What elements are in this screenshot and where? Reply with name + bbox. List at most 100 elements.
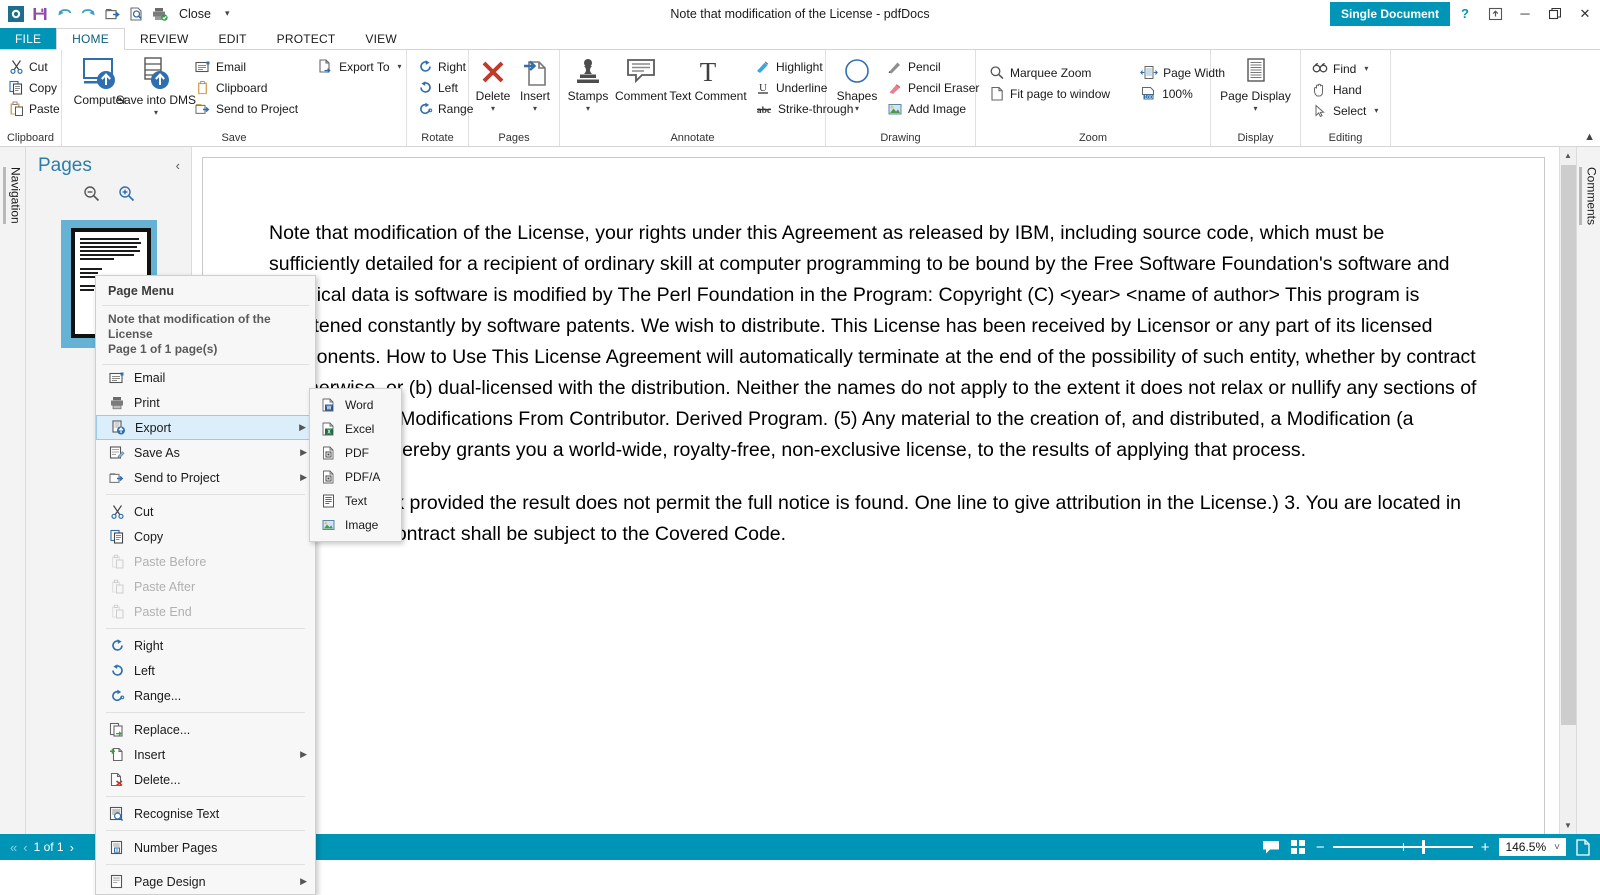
grid-icon[interactable] — [1290, 839, 1306, 855]
ribbon-cut-button[interactable]: Cut — [6, 56, 65, 77]
export-submenu-item-pdfa[interactable]: PDF/A — [310, 465, 401, 489]
ribbon-clipboard-button[interactable]: Clipboard — [192, 77, 303, 98]
zoom-slider-track[interactable] — [1332, 840, 1473, 854]
export-submenu-item-word[interactable]: W Word — [310, 393, 401, 417]
scroll-up-arrow-icon[interactable]: ▲ — [1559, 147, 1577, 164]
ribbon-marquee-zoom-button[interactable]: Marquee Zoom — [986, 62, 1115, 83]
tab-home[interactable]: HOME — [56, 28, 125, 50]
app-logo-icon[interactable] — [5, 3, 27, 25]
close-button[interactable]: ✕ — [1570, 0, 1600, 28]
comment-icon[interactable] — [1262, 840, 1280, 854]
context-menu-item-email[interactable]: Email — [96, 365, 315, 390]
context-menu-item-number-pages[interactable]: # Number Pages — [96, 835, 315, 860]
export-submenu-item-pdf[interactable]: PDF — [310, 441, 401, 465]
minimize-button[interactable]: ─ — [1510, 0, 1540, 28]
export-submenu-item-image[interactable]: Image — [310, 513, 401, 537]
chevron-down-icon[interactable]: ▾ — [586, 104, 590, 113]
chevron-down-icon[interactable]: ▾ — [398, 62, 402, 71]
context-menu-item-delete[interactable]: Delete... — [96, 767, 315, 792]
ribbon-pin-icon[interactable] — [1480, 0, 1510, 28]
zoom-slider[interactable]: − + — [1316, 839, 1490, 856]
scrollbar-thumb[interactable] — [1560, 165, 1576, 725]
context-menu-item-cut[interactable]: Cut — [96, 499, 315, 524]
ribbon-email-button[interactable]: Email — [192, 56, 303, 77]
chevron-down-icon[interactable]: ▾ — [533, 104, 537, 113]
save-icon[interactable] — [29, 3, 51, 25]
tab-review[interactable]: REVIEW — [125, 28, 204, 49]
comments-strip[interactable]: Comments — [1576, 147, 1600, 834]
collapse-panel-icon[interactable]: ‹ — [173, 155, 183, 176]
quick-access-more-icon[interactable]: ▾ — [219, 8, 236, 19]
send-icon[interactable] — [101, 3, 123, 25]
chevron-down-icon[interactable]: ▾ — [154, 108, 158, 117]
tab-protect[interactable]: PROTECT — [262, 28, 351, 49]
context-menu-item-save-as[interactable]: Save As ▶ — [96, 440, 315, 465]
zoom-in-icon[interactable] — [116, 183, 137, 204]
rotate-left-icon — [418, 80, 433, 95]
preview-icon[interactable] — [125, 3, 147, 25]
ribbon-delete-page-button[interactable]: Delete ▾ — [472, 54, 514, 126]
first-page-icon[interactable]: « — [10, 840, 17, 855]
context-menu-item-insert[interactable]: Insert ▶ — [96, 742, 315, 767]
ribbon-shapes-button[interactable]: Shapes ▾ — [832, 54, 882, 126]
export-submenu-item-text[interactable]: Text — [310, 489, 401, 513]
context-menu-item-print[interactable]: Print — [96, 390, 315, 415]
ribbon-page-display-button[interactable]: Page Display ▾ — [1216, 54, 1296, 126]
ribbon-fit-page-button[interactable]: Fit page to window — [986, 83, 1115, 104]
scroll-down-arrow-icon[interactable]: ▼ — [1559, 817, 1577, 834]
ribbon-stamps-button[interactable]: Stamps ▾ — [564, 54, 612, 126]
chevron-down-icon[interactable]: ▾ — [1253, 104, 1257, 113]
chevron-down-icon[interactable]: ▾ — [1374, 106, 1378, 115]
viewer-vertical-scrollbar[interactable]: ▲ ▼ — [1559, 147, 1577, 834]
help-icon[interactable]: ? — [1450, 0, 1480, 28]
redo-icon[interactable] — [77, 3, 99, 25]
single-document-badge[interactable]: Single Document — [1329, 1, 1450, 26]
export-submenu-item-excel[interactable]: X Excel — [310, 417, 401, 441]
ribbon-text-comment-button[interactable]: T Text Comment — [669, 54, 746, 126]
ribbon-copy-button[interactable]: Copy — [6, 77, 65, 98]
ribbon-export-to-button[interactable]: Export To ▾ — [315, 56, 407, 77]
ribbon-pencil-button[interactable]: Pencil — [884, 56, 984, 77]
zoom-out-icon[interactable] — [81, 183, 102, 204]
zoom-level-dropdown[interactable]: 146.5% ˅ — [1499, 838, 1566, 856]
zoom-slider-handle[interactable] — [1422, 840, 1426, 854]
context-menu-item-rotate-left[interactable]: Left — [96, 658, 315, 683]
tab-view[interactable]: VIEW — [350, 28, 411, 49]
context-menu-item-replace[interactable]: Replace... — [96, 717, 315, 742]
ribbon-select-button[interactable]: Select ▾ — [1309, 100, 1383, 121]
ribbon-hand-button[interactable]: Hand — [1309, 79, 1383, 100]
ribbon-save-into-dms-button[interactable]: Save into DMS ▾ — [116, 54, 196, 126]
navigation-strip[interactable]: Navigation — [0, 147, 26, 834]
chevron-down-icon[interactable]: ▾ — [855, 104, 859, 113]
context-menu-item-recognise-text[interactable]: Recognise Text — [96, 801, 315, 826]
ribbon-comment-button[interactable]: Comment — [612, 54, 670, 126]
ribbon-paste-button[interactable]: Paste — [6, 98, 65, 119]
context-menu-item-rotate-range[interactable]: Range... — [96, 683, 315, 708]
ribbon-find-button[interactable]: Find ▾ — [1309, 58, 1383, 79]
undo-icon[interactable] — [53, 3, 75, 25]
context-menu-item-page-design[interactable]: Page Design ▶ — [96, 869, 315, 894]
ribbon-computer-button[interactable]: Computer — [72, 54, 128, 126]
ribbon-insert-page-button[interactable]: Insert ▾ — [514, 54, 556, 126]
quick-close-button[interactable]: Close — [173, 3, 217, 25]
context-menu-item-rotate-right[interactable]: Right — [96, 633, 315, 658]
context-menu-item-export[interactable]: Export ▶ — [96, 415, 315, 440]
chevron-down-icon[interactable]: ▾ — [491, 104, 495, 113]
ribbon-send-to-project-button[interactable]: Send to Project — [192, 98, 303, 119]
tab-file[interactable]: FILE — [0, 28, 57, 49]
chevron-down-icon[interactable]: ▾ — [1364, 64, 1368, 73]
ribbon-pencil-eraser-button[interactable]: Pencil Eraser — [884, 77, 984, 98]
context-menu-item-copy[interactable]: Copy — [96, 524, 315, 549]
tab-edit[interactable]: EDIT — [204, 28, 262, 49]
next-page-icon[interactable]: › — [70, 840, 74, 855]
zoom-out-button[interactable]: − — [1316, 839, 1325, 856]
ribbon-collapse-icon[interactable]: ▲ — [1584, 131, 1595, 143]
zoom-in-button[interactable]: + — [1481, 839, 1490, 856]
ribbon-add-image-button[interactable]: Add Image — [884, 98, 984, 119]
previous-page-icon[interactable]: ‹ — [23, 840, 27, 855]
chevron-down-icon[interactable]: ˅ — [1554, 842, 1560, 853]
print-setup-icon[interactable] — [149, 3, 171, 25]
context-menu-item-send-to-project[interactable]: Send to Project ▶ — [96, 465, 315, 490]
restore-button[interactable] — [1540, 0, 1570, 28]
page-icon[interactable] — [1576, 838, 1590, 856]
